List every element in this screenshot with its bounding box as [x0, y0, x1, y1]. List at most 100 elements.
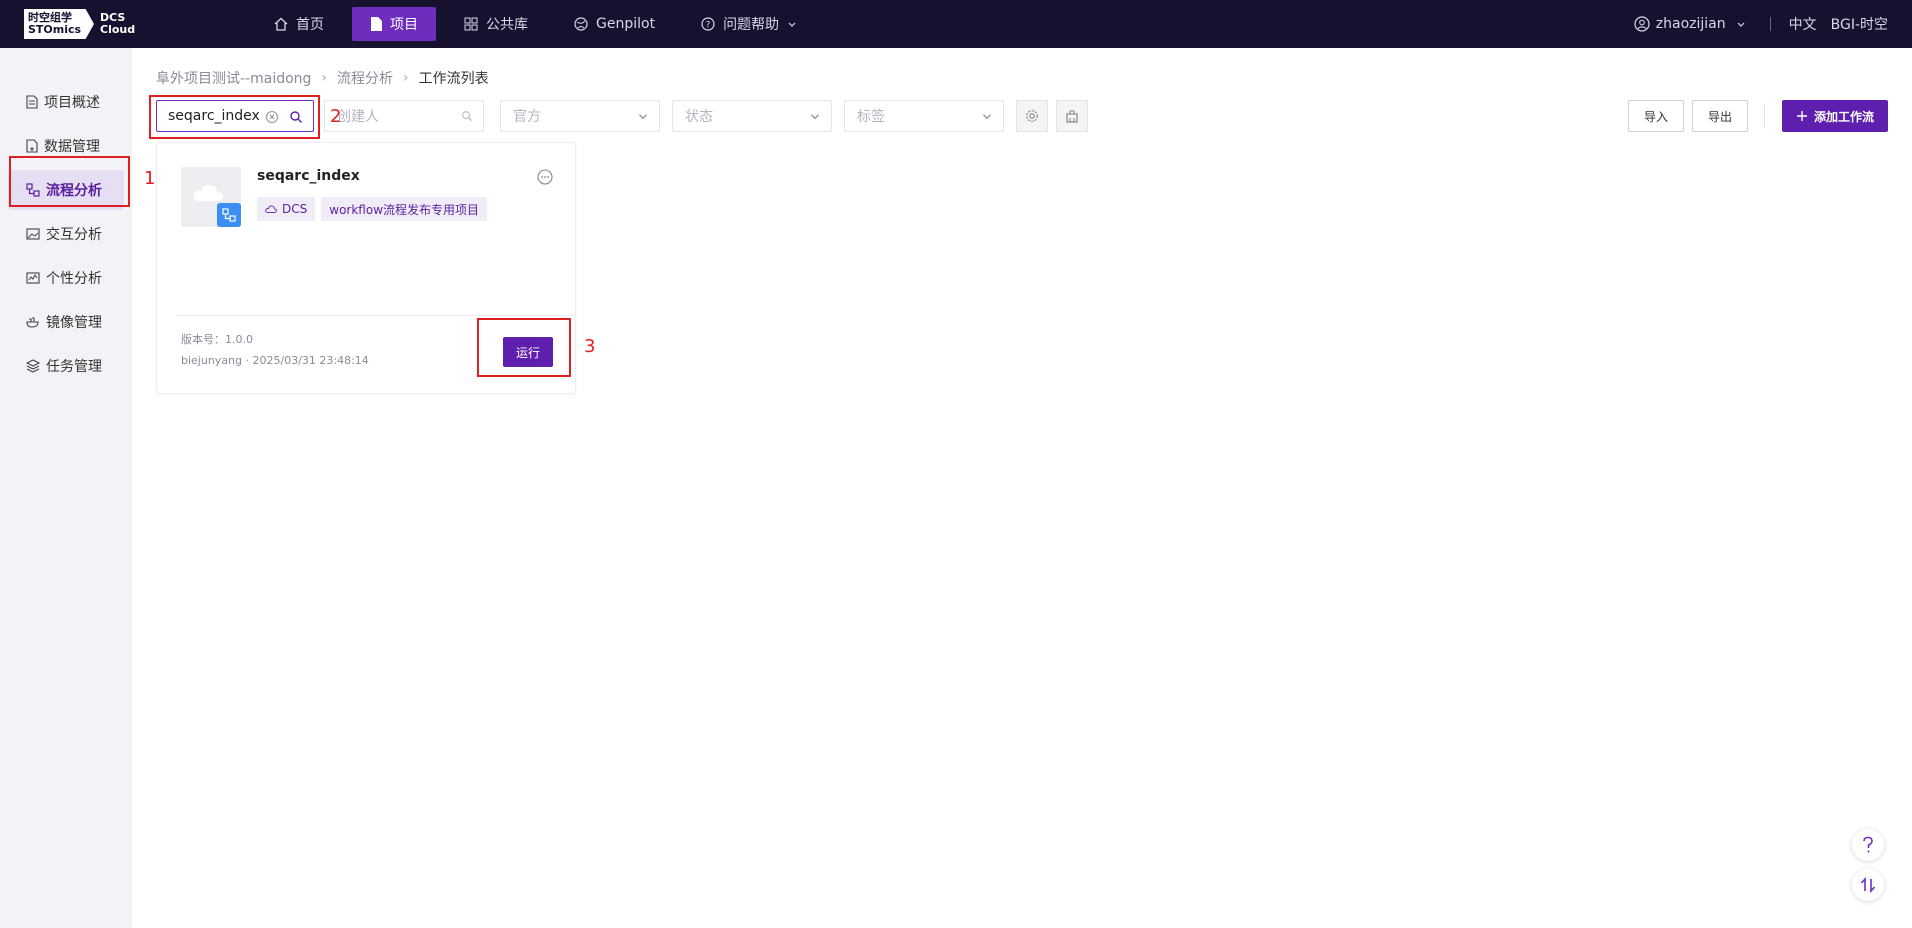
- filter-bar: seqarc_index 创建人 官方 状态 标签 导入 导出 添加工作流: [156, 100, 1888, 132]
- add-workflow-button[interactable]: 添加工作流: [1782, 100, 1888, 132]
- org-switch[interactable]: BGI-时空: [1831, 14, 1888, 34]
- chevron-down-icon: [810, 114, 820, 120]
- tag-project: workflow流程发布专用项目: [321, 197, 488, 221]
- nav-item-label: 首页: [296, 17, 324, 33]
- scroll-toggle-button[interactable]: [1852, 869, 1884, 901]
- logo[interactable]: 时空组学 STOmics DCS Cloud: [24, 9, 135, 39]
- help-circle-icon: ?: [701, 17, 715, 31]
- help-float-button[interactable]: [1852, 829, 1884, 861]
- home-icon: [274, 17, 288, 31]
- more-options-button[interactable]: [537, 169, 553, 189]
- sidebar-item-label: 交互分析: [46, 227, 102, 243]
- workflow-tags: DCS workflow流程发布专用项目: [257, 197, 493, 221]
- nav-item-label: 项目: [390, 17, 418, 33]
- layers-icon: [26, 359, 40, 373]
- workflow-version: 版本号：1.0.0: [181, 333, 253, 346]
- annotation-box-1: [9, 156, 130, 207]
- nav-item-genpilot[interactable]: Genpilot: [556, 7, 673, 41]
- annotation-number-1: 1: [144, 168, 156, 189]
- nav-item-label: 问题帮助: [723, 17, 780, 33]
- clear-filters-button[interactable]: [1056, 100, 1088, 132]
- logo-product: DCS Cloud: [100, 11, 136, 36]
- cloud-icon: [265, 205, 277, 213]
- breadcrumb-separator: ›: [403, 70, 409, 86]
- tag-select[interactable]: 标签: [844, 100, 1004, 132]
- language-switch[interactable]: 中文: [1789, 14, 1817, 34]
- divider: [1764, 104, 1765, 128]
- export-label: 导出: [1707, 109, 1732, 124]
- image-icon: [26, 228, 40, 240]
- breadcrumb-section[interactable]: 流程分析: [337, 68, 393, 88]
- sidebar-item-tasks[interactable]: 任务管理: [8, 346, 124, 386]
- user-icon: [1634, 16, 1650, 32]
- breadcrumb-current: 工作流列表: [418, 71, 489, 87]
- nav-item-label: Genpilot: [596, 16, 656, 32]
- import-label: 导入: [1643, 109, 1668, 124]
- export-button[interactable]: 导出: [1692, 100, 1748, 132]
- gear-icon: [1026, 110, 1038, 122]
- sidebar-item-overview[interactable]: 项目概述: [8, 82, 124, 122]
- add-workflow-label: 添加工作流: [1813, 109, 1874, 124]
- cloud-icon: [193, 184, 224, 201]
- more-icon: [537, 169, 553, 185]
- nav-item-home[interactable]: 首页: [256, 7, 342, 41]
- tag-placeholder: 标签: [857, 109, 885, 125]
- nav-item-public-library[interactable]: 公共库: [446, 7, 546, 41]
- sidebar-item-label: 数据管理: [44, 139, 100, 155]
- tag-label: workflow流程发布专用项目: [329, 202, 480, 217]
- annotation-box-2: [149, 95, 320, 139]
- breadcrumb-project[interactable]: 阜外项目测试--maidong: [156, 68, 311, 88]
- workflow-meta: biejunyang · 2025/03/31 23:48:14: [181, 354, 369, 367]
- sidebar-item-images[interactable]: 镜像管理: [8, 302, 124, 342]
- question-icon: [1863, 836, 1873, 853]
- creator-placeholder: 创建人: [337, 109, 379, 125]
- document-icon: [26, 95, 38, 109]
- sidebar-item-label: 个性分析: [46, 271, 102, 287]
- container-icon: [26, 317, 39, 328]
- workflow-thumbnail: [181, 167, 241, 227]
- svg-text:?: ?: [706, 21, 711, 31]
- plus-icon: [1796, 111, 1807, 121]
- settings-button[interactable]: [1016, 100, 1048, 132]
- tag-dcs: DCS: [257, 197, 316, 221]
- chevron-down-icon: [638, 114, 648, 120]
- status-placeholder: 状态: [685, 109, 713, 125]
- official-select[interactable]: 官方: [500, 100, 660, 132]
- sidebar-item-custom[interactable]: 个性分析: [8, 258, 124, 298]
- import-button[interactable]: 导入: [1628, 100, 1684, 132]
- logo-mark: 时空组学 STOmics: [24, 9, 94, 39]
- creator-search-input[interactable]: 创建人: [324, 100, 484, 132]
- divider: [177, 315, 575, 316]
- user-menu[interactable]: zhaozijian: [1634, 16, 1752, 32]
- top-right-area: zhaozijian 中文 BGI-时空: [1634, 0, 1888, 48]
- workflow-title[interactable]: seqarc_index: [257, 168, 360, 184]
- nav-item-projects[interactable]: 项目: [352, 7, 436, 41]
- broom-icon: [1066, 110, 1078, 123]
- annotation-number-3: 3: [584, 336, 596, 357]
- username: zhaozijian: [1655, 16, 1726, 32]
- official-placeholder: 官方: [513, 109, 541, 125]
- annotation-number-2: 2: [330, 106, 342, 127]
- chevron-down-icon: [788, 22, 796, 27]
- nav-item-help[interactable]: ? 问题帮助: [683, 7, 815, 41]
- breadcrumb: 阜外项目测试--maidong › 流程分析 › 工作流列表: [156, 68, 489, 88]
- grid-icon: [464, 17, 478, 31]
- divider: [1769, 17, 1771, 31]
- breadcrumb-separator: ›: [321, 70, 328, 86]
- search-icon: [462, 111, 473, 122]
- file-icon: [371, 17, 382, 31]
- annotation-box-3: [477, 318, 571, 377]
- sidebar-item-label: 任务管理: [46, 359, 102, 375]
- data-file-icon: [26, 139, 38, 153]
- top-navigation-bar: 时空组学 STOmics DCS Cloud 首页 项目 公共库 Genpilo…: [0, 0, 1912, 48]
- globe-icon: [574, 17, 588, 31]
- status-select[interactable]: 状态: [672, 100, 832, 132]
- chevron-down-icon: [1737, 22, 1745, 27]
- up-down-arrows-icon: [1860, 876, 1876, 894]
- sidebar-item-interactive[interactable]: 交互分析: [8, 214, 124, 254]
- sidebar-item-label: 项目概述: [44, 95, 100, 111]
- chart-icon: [26, 272, 40, 284]
- chevron-down-icon: [982, 114, 992, 120]
- sidebar-item-label: 镜像管理: [46, 315, 102, 331]
- nav-item-label: 公共库: [486, 17, 528, 33]
